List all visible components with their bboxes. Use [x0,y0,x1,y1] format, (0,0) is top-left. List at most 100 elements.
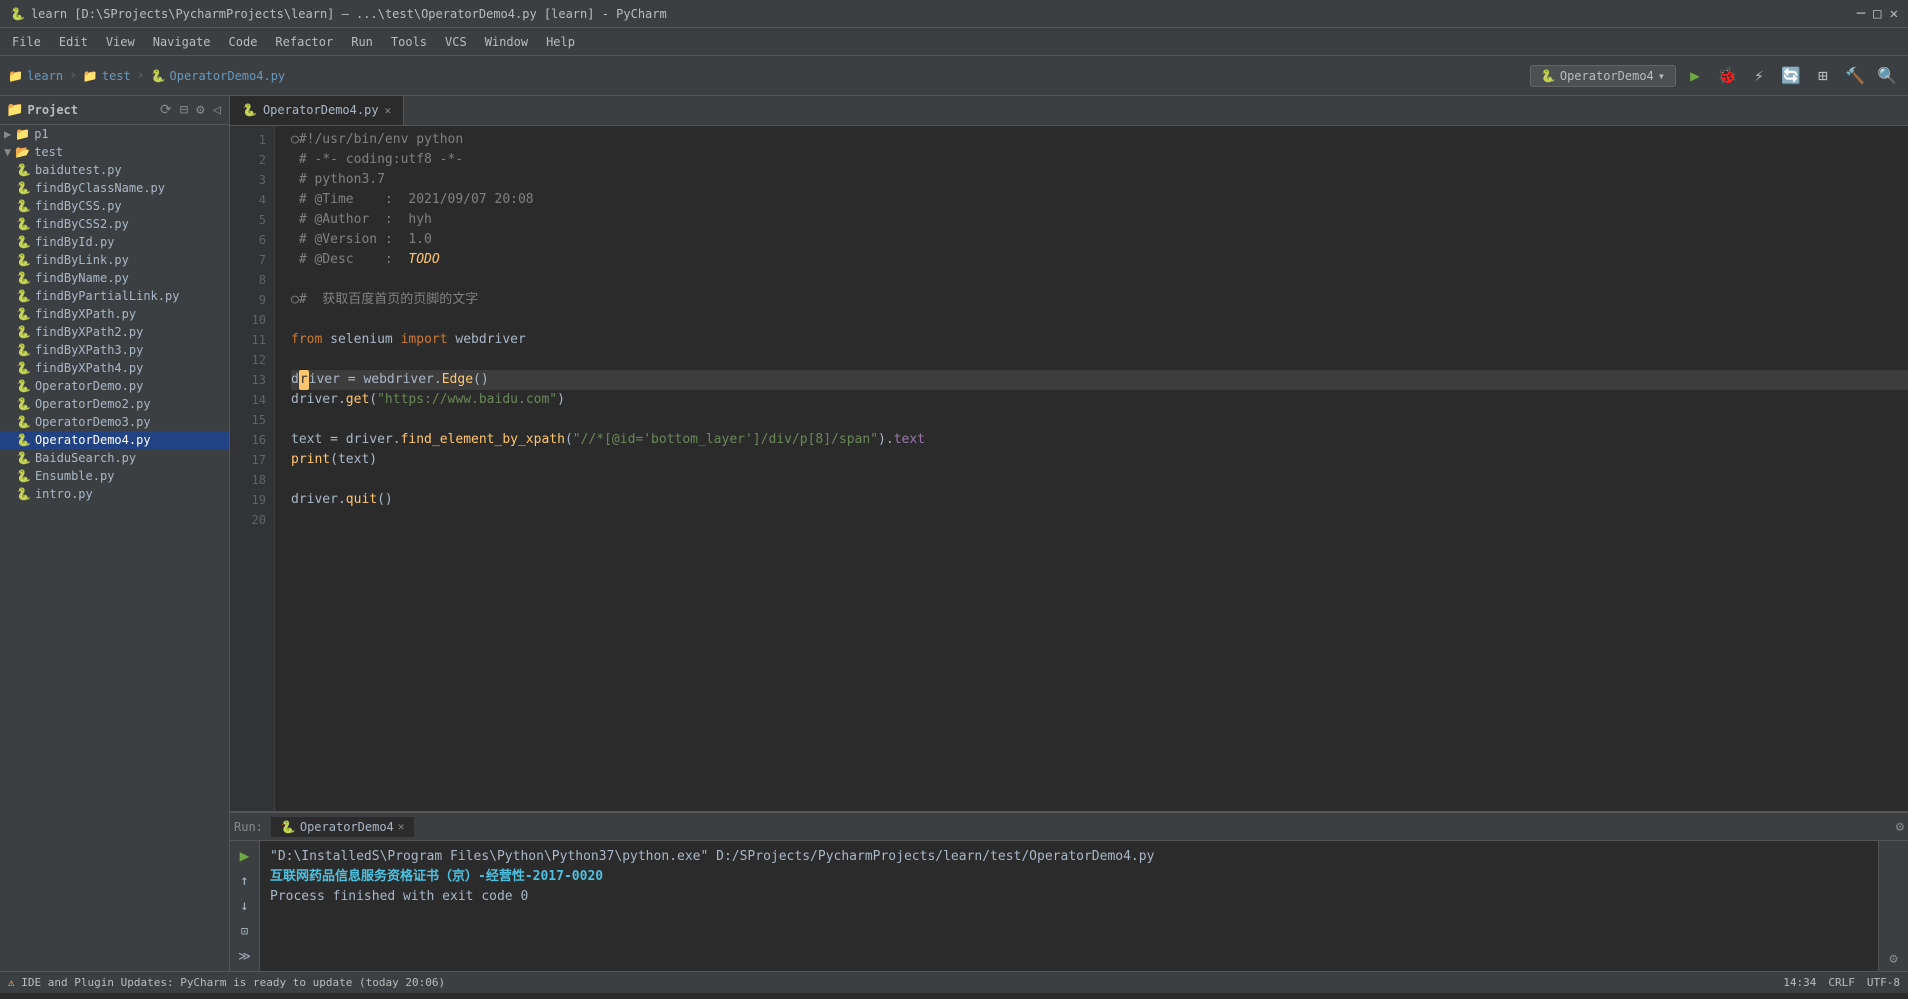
menu-edit[interactable]: Edit [51,32,96,52]
tree-item-findByXPath4[interactable]: 🐍 findByXPath4.py [0,359,229,377]
menu-view[interactable]: View [98,32,143,52]
breadcrumb-test[interactable]: 📁 test [83,69,131,83]
py-icon-2: 🐍 [16,181,31,195]
menu-help[interactable]: Help [538,32,583,52]
menu-window[interactable]: Window [477,32,536,52]
code-line-10 [291,310,1908,330]
run-again-button[interactable]: ▶ [234,845,256,866]
tree-item-OperatorDemo3[interactable]: 🐍 OperatorDemo3.py [0,413,229,431]
tree-item-OperatorDemo4[interactable]: 🐍 OperatorDemo4.py [0,431,229,449]
run-process-finished: Process finished with exit code 0 [270,887,1868,907]
code-token: quit [346,490,377,510]
tree-item-baidutest[interactable]: 🐍 baidutest.py [0,161,229,179]
run-settings-button[interactable]: ⚙ [1896,819,1904,835]
run-tab-bar: Run: 🐍 OperatorDemo4 ✕ ⚙ [230,813,1908,841]
folder-icon-2: 📁 [83,69,98,83]
menu-run[interactable]: Run [343,32,381,52]
tree-item-OperatorDemo[interactable]: 🐍 OperatorDemo.py [0,377,229,395]
rerun-button[interactable]: ↑ [234,870,256,891]
build-button[interactable]: 🔨 [1842,63,1868,89]
sync-button[interactable]: ⟳ [158,100,174,120]
menu-tools[interactable]: Tools [383,32,435,52]
tree-item-findByCSS2[interactable]: 🐍 findByCSS2.py [0,215,229,233]
run-config-label: OperatorDemo4 [1560,69,1654,83]
breadcrumb-file[interactable]: 🐍 OperatorDemo4.py [151,69,286,83]
run-tab-label: OperatorDemo4 [300,820,394,834]
tree-item-test[interactable]: ▼ 📂 test [0,143,229,161]
status-crlf[interactable]: CRLF [1828,976,1855,989]
tree-item-findByCSS[interactable]: 🐍 findByCSS.py [0,197,229,215]
window-controls[interactable]: ─ □ ✕ [1857,6,1898,22]
scroll-end-button[interactable]: ≫ [234,946,256,967]
code-token: ( [369,390,377,410]
output-settings-button[interactable]: ⚙ [1889,951,1897,967]
line-num-15: 15 [230,410,266,430]
layout-button[interactable]: ⊞ [1810,63,1836,89]
status-bar: ⚠ IDE and Plugin Updates: PyCharm is rea… [0,971,1908,993]
close-run-button[interactable]: ⊡ [234,921,256,942]
close-button[interactable]: ✕ [1890,6,1898,22]
hide-panel-button[interactable]: ◁ [211,100,223,120]
stop-button[interactable]: ↓ [234,895,256,916]
tree-item-p1[interactable]: ▶ 📁 p1 [0,125,229,143]
tab-close-button[interactable]: ✕ [385,104,392,117]
debug-button[interactable]: 🐞 [1714,63,1740,89]
menu-vcs[interactable]: VCS [437,32,475,52]
tree-item-findByPartialLink[interactable]: 🐍 findByPartialLink.py [0,287,229,305]
maximize-button[interactable]: □ [1873,6,1881,22]
tree-label-findByXPath4: findByXPath4.py [35,361,143,375]
collapse-button[interactable]: ⊟ [178,100,190,120]
tree-item-BaiduSearch[interactable]: 🐍 BaiduSearch.py [0,449,229,467]
info-icon: ⚠ [8,976,15,989]
tree-item-Ensumble[interactable]: 🐍 Ensumble.py [0,467,229,485]
tree-item-findByLink[interactable]: 🐍 findByLink.py [0,251,229,269]
tree-item-intro[interactable]: 🐍 intro.py [0,485,229,503]
run-config-selector[interactable]: 🐍 OperatorDemo4 ▾ [1530,65,1676,87]
coverage-button[interactable]: ⚡ [1746,63,1772,89]
code-content[interactable]: ○#!/usr/bin/env python # -*- coding:utf8… [275,126,1908,811]
code-line-7: # @Desc : TODO [291,250,1908,270]
menu-refactor[interactable]: Refactor [267,32,341,52]
folder-icon-test: 📂 [15,145,30,159]
tree-label-test: test [34,145,63,159]
code-token: ). [878,430,894,450]
minimize-button[interactable]: ─ [1857,6,1865,22]
tree-label-findByCSS2: findByCSS2.py [35,217,129,231]
line-num-18: 18 [230,470,266,490]
tree-label-p1: p1 [34,127,48,141]
py-icon-5: 🐍 [16,235,31,249]
tree-item-findByXPath[interactable]: 🐍 findByXPath.py [0,305,229,323]
settings-button[interactable]: ⚙ [194,100,206,120]
tree-item-findByXPath3[interactable]: 🐍 findByXPath3.py [0,341,229,359]
search-everywhere-button[interactable]: 🔍 [1874,63,1900,89]
tab-OperatorDemo4[interactable]: 🐍 OperatorDemo4.py ✕ [230,96,404,125]
menu-file[interactable]: File [4,32,49,52]
run-button[interactable]: ▶ [1682,63,1708,89]
run-label: Run: [234,820,263,834]
code-token: from [291,330,322,350]
tree-item-OperatorDemo2[interactable]: 🐍 OperatorDemo2.py [0,395,229,413]
tree-item-findByClassName[interactable]: 🐍 findByClassName.py [0,179,229,197]
bottom-panel: Run: 🐍 OperatorDemo4 ✕ ⚙ ▶ ↑ ↓ ⊡ ≫ [230,811,1908,971]
py-icon-19: 🐍 [16,487,31,501]
tab-py-icon: 🐍 [242,103,257,117]
run-tab-OperatorDemo4[interactable]: 🐍 OperatorDemo4 ✕ [271,817,415,837]
profile-button[interactable]: 🔄 [1778,63,1804,89]
breadcrumb-test-label: test [102,69,131,83]
cursor-indicator: r [299,370,309,390]
code-token-todo: TODO [408,250,439,270]
tree-item-findById[interactable]: 🐍 findById.py [0,233,229,251]
tree-item-findByName[interactable]: 🐍 findByName.py [0,269,229,287]
status-position[interactable]: 14:34 [1783,976,1816,989]
code-editor[interactable]: 1 2 3 4 5 6 7 8 9 10 11 12 13 14 15 16 1… [230,126,1908,811]
menu-code[interactable]: Code [221,32,266,52]
code-token: print [291,450,330,470]
breadcrumb-learn[interactable]: 📁 learn [8,69,63,83]
code-token: # -*- coding:utf8 -*- [291,150,463,170]
status-encoding[interactable]: UTF-8 [1867,976,1900,989]
line-num-13: 13 [230,370,266,390]
menu-navigate[interactable]: Navigate [145,32,219,52]
line-numbers: 1 2 3 4 5 6 7 8 9 10 11 12 13 14 15 16 1… [230,126,275,811]
tree-item-findByXPath2[interactable]: 🐍 findByXPath2.py [0,323,229,341]
run-tab-close[interactable]: ✕ [398,820,405,833]
